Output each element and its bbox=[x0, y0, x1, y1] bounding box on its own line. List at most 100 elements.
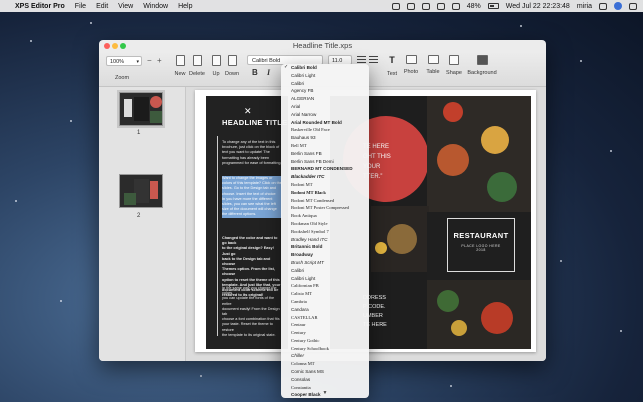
align-center-icon[interactable] bbox=[369, 56, 378, 63]
font-menu-item[interactable]: Cambria bbox=[281, 298, 369, 306]
body-paragraph[interactable]: In the same way you change the colors, y… bbox=[222, 286, 282, 338]
font-menu-item[interactable]: Century Gothic bbox=[281, 337, 369, 345]
font-menu-item[interactable]: Calisto MT bbox=[281, 290, 369, 298]
wifi-icon[interactable] bbox=[451, 2, 460, 10]
font-menu-item[interactable]: Comic Sans MS bbox=[281, 368, 369, 376]
font-menu-item[interactable]: Calibri Light bbox=[281, 72, 369, 80]
page-thumbnails: 1 2 bbox=[99, 87, 186, 361]
font-dropdown-menu[interactable]: ✓ Calibri Bold Calibri Light Calibri Agency … bbox=[281, 64, 369, 398]
font-menu-item[interactable]: Blackadder ITC bbox=[281, 173, 369, 181]
clock[interactable]: Wed Jul 22 22:23:48 bbox=[506, 3, 570, 10]
font-menu-item[interactable]: Colonna MT bbox=[281, 360, 369, 368]
title-bar: Headline Title.xps bbox=[99, 40, 546, 52]
body-paragraph[interactable]: To change any of the text in this brochu… bbox=[222, 140, 282, 166]
battery-icon[interactable] bbox=[487, 3, 499, 9]
font-menu-item-label: Berlin Sans FB Demi bbox=[291, 158, 334, 164]
zoom-out-button[interactable]: − bbox=[147, 56, 152, 65]
font-menu-item[interactable]: BERNARD MT CONDENSED bbox=[281, 165, 369, 173]
font-menu-item[interactable]: Bodoni MT bbox=[281, 181, 369, 189]
font-menu-item[interactable]: Bodoni MT Condensed bbox=[281, 197, 369, 205]
font-menu-item-label: Calibri Light bbox=[291, 275, 316, 281]
font-menu-item[interactable]: Bell MT bbox=[281, 142, 369, 150]
font-menu-item[interactable]: Calibri Light bbox=[281, 275, 369, 283]
font-menu-item[interactable]: Bodoni MT Black bbox=[281, 189, 369, 197]
font-menu-item[interactable]: Arial Rounded MT Bold bbox=[281, 119, 369, 127]
font-menu-item[interactable]: Berlin Sans FB bbox=[281, 150, 369, 158]
battery-percent[interactable]: 48% bbox=[467, 3, 481, 10]
font-menu-item-label: Bodoni MT Condensed bbox=[291, 197, 335, 203]
peppers-photo[interactable] bbox=[427, 280, 531, 349]
font-menu-item[interactable]: Berlin Sans FB Demi bbox=[281, 158, 369, 166]
spices-photo[interactable] bbox=[427, 96, 531, 212]
page-thumbnail-2[interactable] bbox=[119, 174, 163, 208]
shape-button[interactable]: Shape bbox=[443, 55, 465, 76]
dropbox-icon[interactable] bbox=[391, 2, 400, 10]
font-menu-item[interactable]: Agency FB bbox=[281, 87, 369, 95]
font-menu-item[interactable]: Century Schoolbook bbox=[281, 345, 369, 353]
scroll-down-arrow-icon[interactable]: ▼ bbox=[281, 390, 369, 396]
headline-title[interactable]: HEADLINE TITLE bbox=[222, 118, 287, 127]
font-menu-item-label: Calibri bbox=[291, 80, 305, 86]
menu-file[interactable]: File bbox=[75, 3, 86, 10]
font-menu-item[interactable]: ALGERIAN bbox=[281, 95, 369, 103]
font-menu-item[interactable]: Bookshelf Symbol 7 bbox=[281, 228, 369, 236]
user-name[interactable]: miria bbox=[577, 3, 592, 10]
font-menu-item[interactable]: Bradley Hand ITC bbox=[281, 236, 369, 244]
font-menu-item[interactable]: Calibri bbox=[281, 80, 369, 88]
font-menu-item[interactable]: Bodoni MT Poster Compressed bbox=[281, 204, 369, 212]
font-menu-item-label: Bodoni MT Poster Compressed bbox=[291, 205, 349, 211]
font-menu-item[interactable]: Baskerville Old Face bbox=[281, 126, 369, 134]
font-menu-item[interactable]: Book Antiqua bbox=[281, 212, 369, 220]
notification-center-icon[interactable] bbox=[629, 2, 637, 10]
font-menu-item[interactable]: Chiller bbox=[281, 352, 369, 360]
font-menu-item-label: Constantia bbox=[291, 384, 311, 390]
chevron-down-icon: ▾ bbox=[136, 59, 139, 65]
font-menu-item[interactable]: Californian FB bbox=[281, 282, 369, 290]
menu-help[interactable]: Help bbox=[178, 3, 192, 10]
font-menu-item[interactable]: CASTELLAR bbox=[281, 314, 369, 322]
background-button[interactable]: Background bbox=[467, 55, 497, 76]
font-menu-item-label: Californian FB bbox=[291, 283, 319, 289]
menu-window[interactable]: Window bbox=[143, 3, 168, 10]
page-thumbnail-1[interactable] bbox=[119, 92, 163, 126]
font-menu-item[interactable]: Calibri bbox=[281, 267, 369, 275]
photo-button[interactable]: Photo bbox=[400, 55, 422, 75]
font-menu-item[interactable]: Broadway bbox=[281, 251, 369, 259]
zoom-select[interactable]: 100% ▾ bbox=[106, 56, 142, 66]
dish-photo[interactable] bbox=[371, 206, 429, 272]
font-menu-item[interactable]: ✓ Calibri Bold bbox=[281, 64, 369, 72]
selected-paragraph[interactable]: Want to change the images or colors of t… bbox=[222, 176, 282, 218]
sync-icon[interactable] bbox=[406, 2, 415, 10]
font-menu-item[interactable]: Britannic Bold bbox=[281, 243, 369, 251]
menu-view[interactable]: View bbox=[118, 3, 133, 10]
zoom-in-button[interactable]: + bbox=[157, 56, 162, 65]
bold-button[interactable]: B bbox=[252, 68, 258, 77]
font-menu-item-label: Blackadder ITC bbox=[291, 174, 325, 180]
font-menu-item[interactable]: Centaur bbox=[281, 321, 369, 329]
bluetooth-icon[interactable] bbox=[436, 2, 445, 10]
window-title: Headline Title.xps bbox=[292, 41, 353, 50]
font-menu-item[interactable]: Brush Script MT bbox=[281, 259, 369, 267]
font-menu-item[interactable]: Consolas bbox=[281, 376, 369, 384]
restaurant-logo[interactable]: RESTAURANT PLACE LOGO HERE 2018 bbox=[447, 218, 515, 272]
font-menu-item[interactable]: Arial Narrow bbox=[281, 111, 369, 119]
table-button[interactable]: Table bbox=[422, 55, 444, 75]
font-menu-item[interactable]: Century bbox=[281, 329, 369, 337]
font-menu-item[interactable]: Arial bbox=[281, 103, 369, 111]
brochure-left-panel: ✕ HEADLINE TITLE To change any of the te… bbox=[206, 96, 288, 349]
app-menu[interactable]: XPS Editor Pro bbox=[15, 3, 65, 10]
font-menu-item[interactable]: Bauhaus 93 bbox=[281, 134, 369, 142]
menu-edit[interactable]: Edit bbox=[96, 3, 108, 10]
down-button[interactable]: Down bbox=[221, 55, 243, 77]
search-icon[interactable] bbox=[599, 2, 607, 10]
time-machine-icon[interactable] bbox=[421, 2, 430, 10]
font-menu-item-label: Candara bbox=[291, 306, 309, 312]
font-menu-item[interactable]: Candara bbox=[281, 306, 369, 314]
align-left-icon[interactable] bbox=[357, 56, 366, 63]
font-menu-item[interactable]: Bookman Old Style bbox=[281, 220, 369, 228]
font-menu-item-label: Calibri Light bbox=[291, 72, 316, 78]
text-frame-border bbox=[217, 136, 218, 336]
siri-icon[interactable] bbox=[614, 2, 622, 10]
page-down-icon bbox=[227, 55, 237, 66]
italic-button[interactable]: I bbox=[267, 68, 270, 77]
